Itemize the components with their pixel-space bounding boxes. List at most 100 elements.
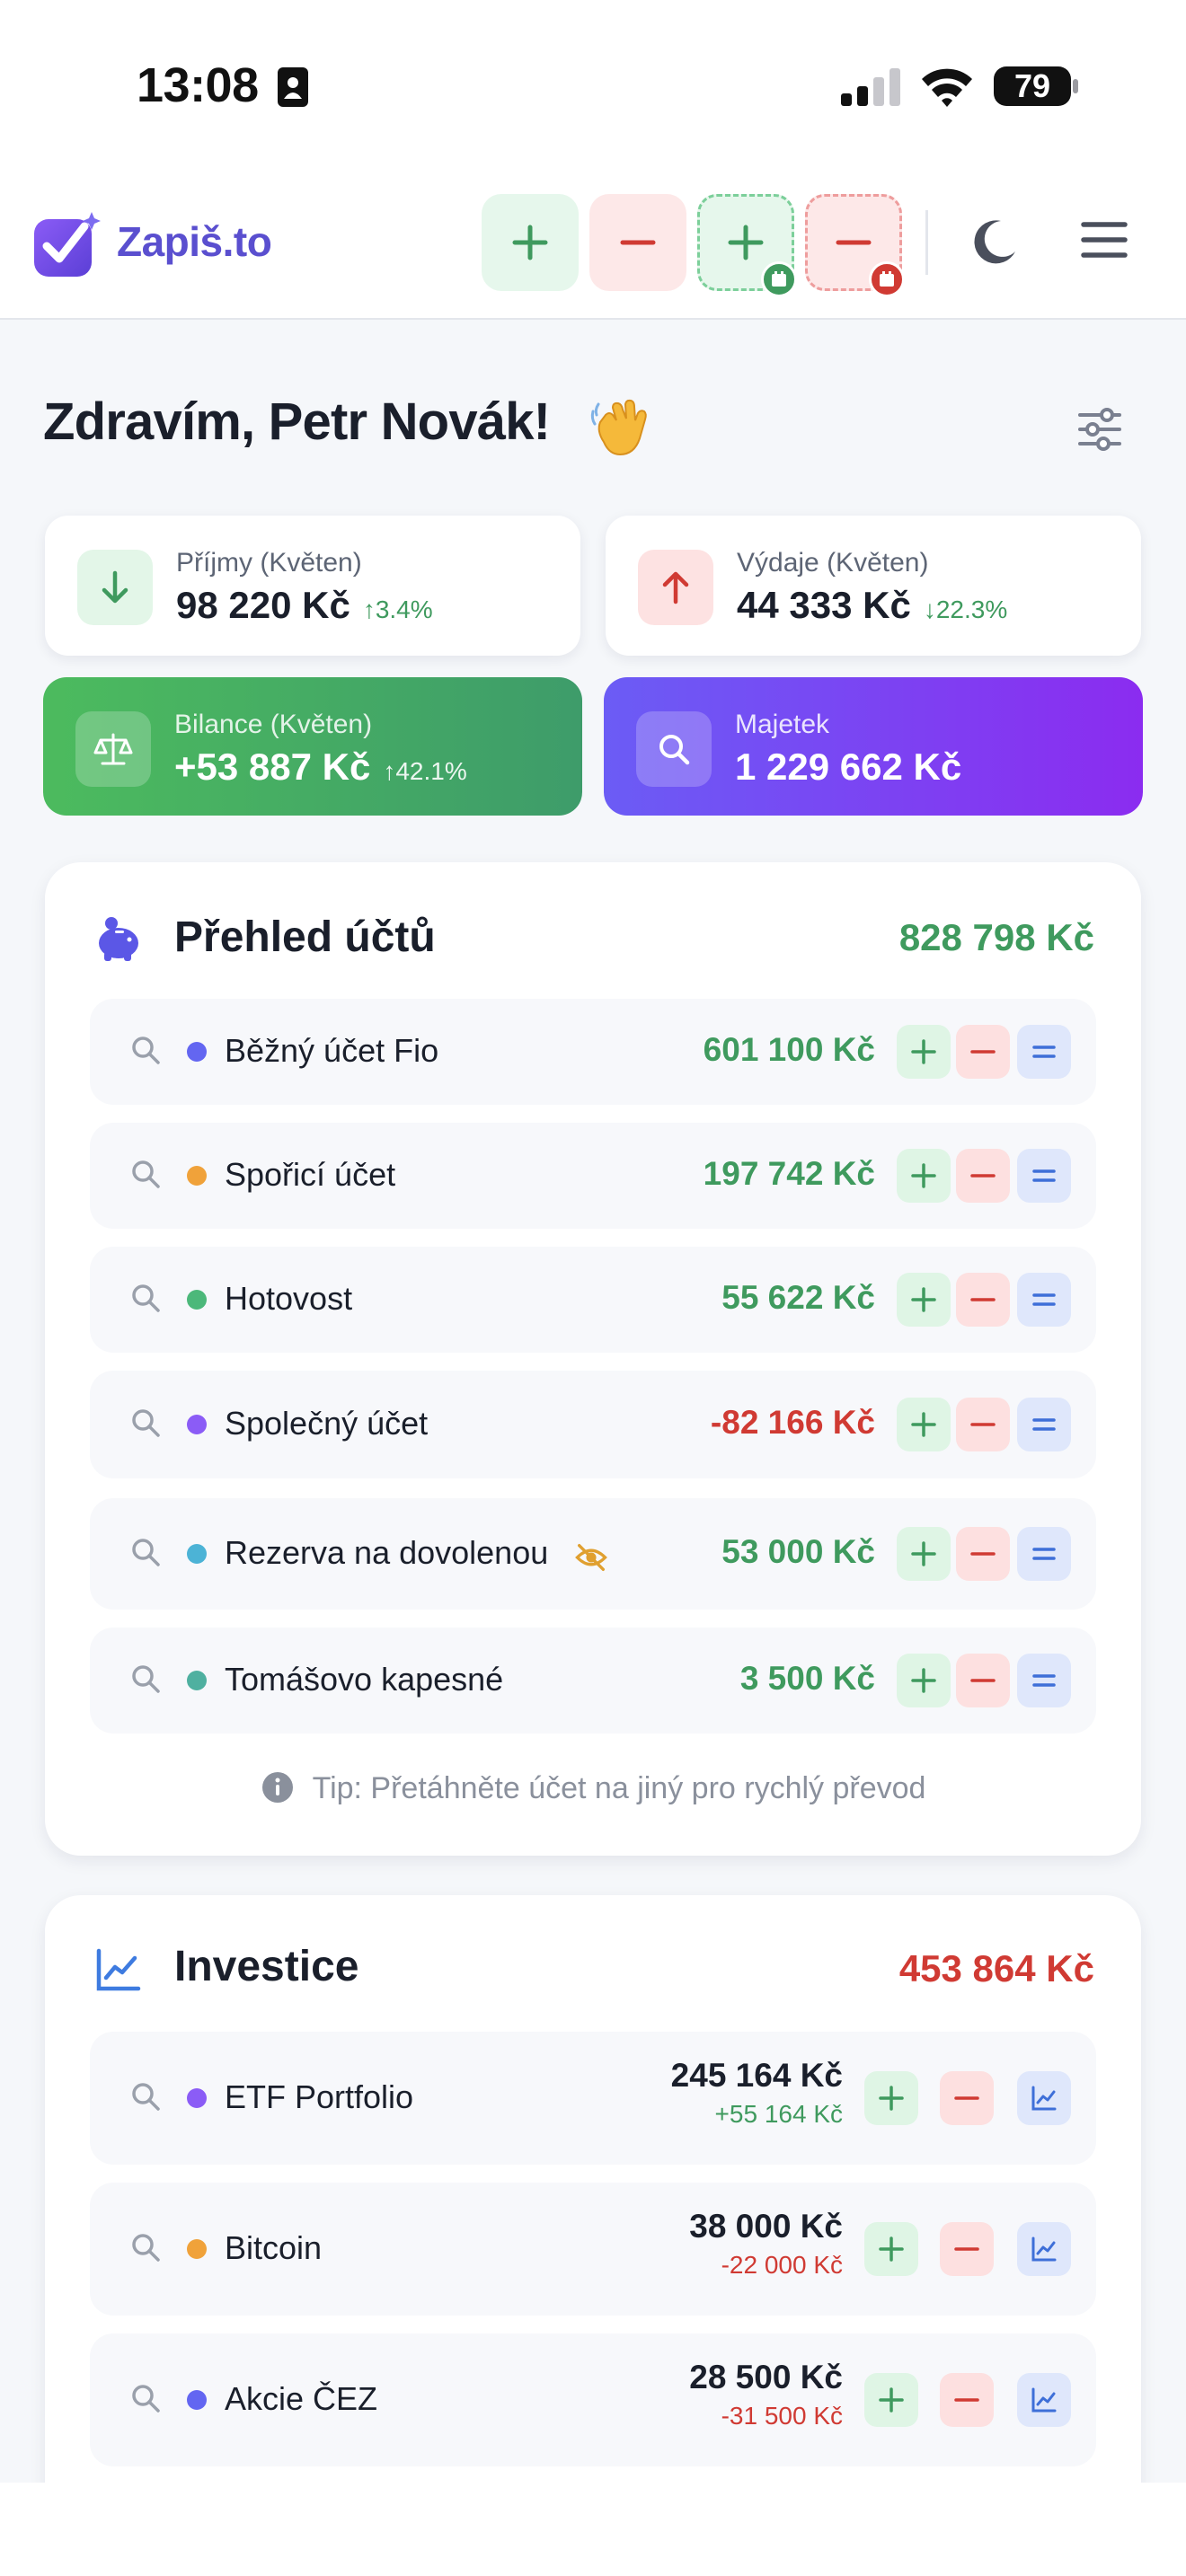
settings-sliders-icon[interactable] — [1075, 404, 1125, 454]
add-income-button[interactable] — [897, 1025, 951, 1079]
set-balance-button[interactable] — [1017, 1149, 1071, 1203]
add-income-button[interactable] — [897, 1149, 951, 1203]
add-expense-icon — [970, 1298, 996, 1301]
add-expense-icon — [970, 1552, 996, 1556]
withdraw-investment-button[interactable] — [940, 2222, 994, 2276]
add-expense-button[interactable] — [956, 1527, 1010, 1581]
investment-row[interactable]: Akcie ČEZ 28 500 Kč -31 500 Kč — [90, 2333, 1096, 2466]
income-value: 98 220 Kč ↑3.4% — [176, 584, 433, 626]
account-row[interactable]: Rezerva na dovolenou 53 000 Kč — [90, 1498, 1096, 1610]
arrow-up-icon — [662, 571, 689, 604]
expenses-stat-card[interactable]: Výdaje (Květen) 44 333 Kč ↓22.3% — [606, 516, 1141, 656]
account-color-dot — [187, 1671, 207, 1690]
account-row[interactable]: Tomášovo kapesné 3 500 Kč — [90, 1628, 1096, 1734]
arrow-down-icon — [102, 570, 128, 604]
balance-change: ↑42.1% — [383, 757, 467, 785]
add-expense-button[interactable] — [956, 1273, 1010, 1327]
add-scheduled-expense-button[interactable] — [805, 194, 905, 297]
add-expense-icon — [970, 1423, 996, 1426]
account-name: Spořicí účet — [225, 1156, 396, 1193]
investment-chart-icon — [1031, 2387, 1057, 2413]
add-income-button[interactable] — [897, 1654, 951, 1707]
investment-gain: -22 000 Kč — [721, 2251, 843, 2279]
account-name: Rezerva na dovolenou — [225, 1534, 549, 1571]
add-income-button[interactable] — [482, 194, 579, 291]
info-icon — [261, 1772, 293, 1804]
investment-chart-button[interactable] — [1017, 2222, 1071, 2276]
search-icon — [132, 2385, 160, 2413]
investment-chart-button[interactable] — [1017, 2071, 1071, 2125]
divider — [925, 210, 928, 275]
income-icon-box — [77, 550, 153, 625]
set-balance-button[interactable] — [1017, 1273, 1071, 1327]
set-balance-icon — [1032, 1169, 1056, 1182]
investment-row[interactable]: Bitcoin 38 000 Kč -22 000 Kč — [90, 2183, 1096, 2316]
calendar-badge — [869, 261, 905, 297]
investment-gain: +55 164 Kč — [714, 2100, 843, 2128]
bottom-area — [0, 2483, 1186, 2576]
income-stat-card[interactable]: Příjmy (Květen) 98 220 Kč ↑3.4% — [45, 516, 580, 656]
balance-value: +53 887 Kč ↑42.1% — [174, 745, 467, 788]
add-expense-button[interactable] — [956, 1654, 1010, 1707]
account-color-dot — [187, 1544, 207, 1564]
investment-row[interactable]: ETF Portfolio 245 164 Kč +55 164 Kč — [90, 2032, 1096, 2165]
add-expense-button[interactable] — [956, 1025, 1010, 1079]
menu-icon[interactable] — [1078, 214, 1130, 266]
add-expense-button[interactable] — [956, 1398, 1010, 1451]
investment-value: 28 500 Kč — [689, 2359, 843, 2395]
investment-value: 38 000 Kč — [689, 2208, 843, 2245]
account-balance: -82 166 Kč — [710, 1404, 875, 1441]
assets-stat-card[interactable]: Majetek 1 229 662 Kč — [604, 677, 1143, 816]
search-icon — [132, 1539, 160, 1566]
add-scheduled-income-button[interactable] — [697, 194, 797, 297]
app-header: Zapiš.to — [0, 171, 1186, 320]
account-row[interactable]: Hotovost 55 622 Kč — [90, 1247, 1096, 1353]
add-income-button[interactable] — [897, 1273, 951, 1327]
withdraw-investment-icon — [954, 2398, 979, 2402]
search-icon — [132, 1160, 160, 1188]
accounts-overview-card: Přehled účtů 828 798 Kč Běžný účet Fio 60… — [45, 862, 1141, 1856]
search-icon — [132, 1284, 160, 1312]
add-income-button[interactable] — [897, 1527, 951, 1581]
piggy-bank-icon — [99, 917, 138, 961]
id-card-icon — [278, 67, 308, 107]
status-bar: 13:08 79 — [0, 0, 1186, 171]
logo-icon[interactable] — [31, 207, 106, 282]
investment-chart-button[interactable] — [1017, 2373, 1071, 2427]
scale-icon — [93, 733, 133, 765]
battery-level: 79 — [1013, 67, 1051, 104]
investment-chart-icon — [1031, 2236, 1057, 2262]
wifi-icon — [922, 68, 972, 107]
withdraw-investment-button[interactable] — [940, 2373, 994, 2427]
minus-icon — [620, 240, 656, 245]
investment-color-dot — [187, 2088, 207, 2108]
account-name: Hotovost — [225, 1280, 353, 1317]
account-row[interactable]: Běžný účet Fio 601 100 Kč — [90, 999, 1096, 1105]
add-income-icon — [911, 1163, 936, 1188]
accounts-title: Přehled účtů — [174, 913, 436, 961]
withdraw-investment-icon — [954, 2096, 979, 2100]
set-balance-button[interactable] — [1017, 1025, 1071, 1079]
app-logo-text[interactable]: Zapiš.to — [117, 217, 272, 266]
withdraw-investment-button[interactable] — [940, 2071, 994, 2125]
balance-stat-card[interactable]: Bilance (Květen) +53 887 Kč ↑42.1% — [43, 677, 582, 816]
add-expense-button[interactable] — [956, 1149, 1010, 1203]
set-balance-button[interactable] — [1017, 1398, 1071, 1451]
account-row[interactable]: Spořicí účet 197 742 Kč — [90, 1123, 1096, 1229]
set-balance-button[interactable] — [1017, 1654, 1071, 1707]
expenses-icon-box — [638, 550, 713, 625]
assets-icon-box — [636, 711, 712, 787]
add-income-button[interactable] — [897, 1398, 951, 1451]
account-color-dot — [187, 1290, 207, 1310]
set-balance-icon — [1032, 1674, 1056, 1687]
set-balance-button[interactable] — [1017, 1527, 1071, 1581]
add-investment-button[interactable] — [864, 2373, 918, 2427]
add-investment-button[interactable] — [864, 2222, 918, 2276]
moon-icon[interactable] — [967, 216, 1021, 269]
add-expense-button[interactable] — [589, 194, 686, 291]
search-icon — [132, 1409, 160, 1437]
account-name: Běžný účet Fio — [225, 1032, 439, 1069]
account-row[interactable]: Společný účet -82 166 Kč — [90, 1371, 1096, 1478]
add-expense-icon — [970, 1174, 996, 1178]
add-investment-button[interactable] — [864, 2071, 918, 2125]
